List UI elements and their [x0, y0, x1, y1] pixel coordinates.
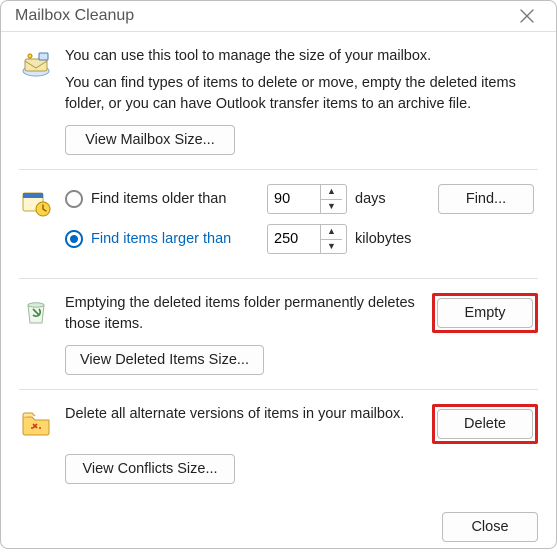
spinner-up-icon[interactable]: ▲ [321, 225, 342, 240]
radio-older-label[interactable]: Find items older than [91, 191, 259, 207]
radio-larger-than[interactable] [65, 230, 83, 248]
radio-older-than[interactable] [65, 190, 83, 208]
window-title: Mailbox Cleanup [15, 7, 512, 25]
larger-kb-input[interactable] [268, 225, 320, 253]
conflicts-desc: Delete all alternate versions of items i… [65, 404, 422, 425]
section-deleted: Emptying the deleted items folder perman… [19, 279, 538, 390]
find-older-row: Find items older than ▲ ▼ days Find... [65, 184, 538, 214]
empty-button[interactable]: Empty [437, 298, 533, 328]
larger-kb-spinner[interactable]: ▲ ▼ [267, 224, 347, 254]
mailbox-cleanup-icon [19, 46, 65, 155]
spinner-up-icon[interactable]: ▲ [321, 185, 342, 200]
recycle-bin-icon [19, 293, 65, 375]
mailbox-cleanup-dialog: Mailbox Cleanup You can use this tool to… [0, 0, 557, 549]
intro-line-2: You can find types of items to delete or… [65, 73, 538, 115]
content: You can use this tool to manage the size… [1, 32, 556, 498]
deleted-desc: Emptying the deleted items folder perman… [65, 293, 422, 335]
find-calendar-icon [19, 184, 65, 264]
highlight-empty: Empty [432, 293, 538, 333]
view-mailbox-size-button[interactable]: View Mailbox Size... [65, 125, 235, 155]
older-days-input[interactable] [268, 185, 320, 213]
spinner-down-icon[interactable]: ▼ [321, 200, 342, 214]
footer: Close [1, 498, 556, 558]
find-larger-row: Find items larger than ▲ ▼ kilobytes [65, 224, 538, 254]
section-conflicts: Delete all alternate versions of items i… [19, 390, 538, 498]
older-unit: days [355, 191, 386, 207]
view-conflicts-size-button[interactable]: View Conflicts Size... [65, 454, 235, 484]
highlight-delete: Delete [432, 404, 538, 444]
close-icon[interactable] [512, 1, 542, 31]
section-intro: You can use this tool to manage the size… [19, 32, 538, 170]
find-button[interactable]: Find... [438, 184, 534, 214]
conflicts-folder-icon [19, 404, 65, 484]
radio-larger-label[interactable]: Find items larger than [91, 231, 259, 247]
delete-button[interactable]: Delete [437, 409, 533, 439]
view-deleted-items-size-button[interactable]: View Deleted Items Size... [65, 345, 264, 375]
close-button[interactable]: Close [442, 512, 538, 542]
spinner-down-icon[interactable]: ▼ [321, 240, 342, 254]
larger-unit: kilobytes [355, 231, 411, 247]
section-find: Find items older than ▲ ▼ days Find... [19, 170, 538, 279]
older-days-spinner[interactable]: ▲ ▼ [267, 184, 347, 214]
intro-line-1: You can use this tool to manage the size… [65, 46, 538, 67]
titlebar: Mailbox Cleanup [1, 1, 556, 32]
